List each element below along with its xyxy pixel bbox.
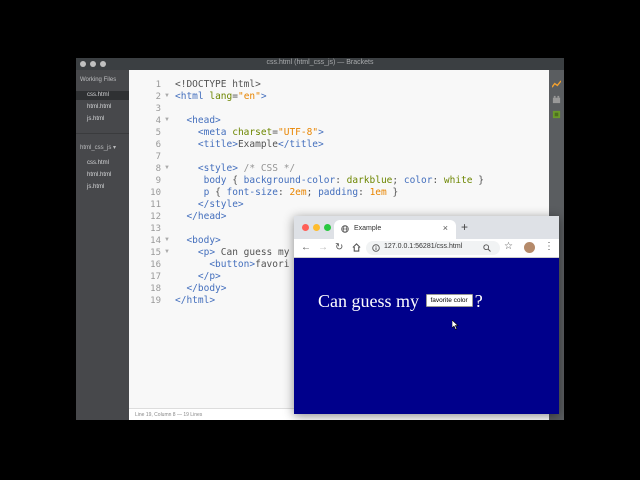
live-preview-icon[interactable]	[552, 80, 561, 89]
code-line-5: <meta charset="UTF-8">	[197, 127, 324, 138]
line-number: 12	[150, 212, 161, 222]
code-line-15: <p> Can guess my	[197, 247, 290, 258]
menu-icon[interactable]: ⋮	[544, 241, 554, 252]
line-number: 8	[155, 164, 161, 174]
line-number: 17	[150, 272, 161, 282]
code-line-17: </p>	[197, 271, 221, 282]
tab-title: Example	[354, 225, 382, 232]
status-cursor-position: Line 19, Column 8 — 19 Lines	[135, 412, 203, 418]
close-browser-button[interactable]	[302, 224, 309, 231]
page-content: Can guess my favorite color?	[294, 258, 559, 414]
paragraph-text: Can guess my	[318, 291, 419, 311]
project-file-html[interactable]: html.html	[87, 172, 111, 178]
code-line-11: </style>	[197, 199, 244, 210]
paragraph-question-mark: ?	[474, 291, 483, 311]
line-number: 7	[155, 152, 161, 162]
code-line-8: <style> /* CSS */	[197, 163, 296, 174]
back-icon[interactable]: ←	[301, 242, 311, 253]
line-number: 2	[155, 92, 161, 102]
line-number: 4	[155, 116, 161, 126]
code-line-12: </head>	[186, 211, 227, 222]
line-number: 16	[150, 260, 161, 270]
line-number: 10	[150, 188, 161, 198]
chevron-down-icon: ▾	[113, 145, 117, 151]
project-file-css[interactable]: css.html	[87, 160, 109, 166]
minimize-browser-button[interactable]	[313, 224, 320, 231]
zoom-icon[interactable]	[483, 244, 491, 252]
info-icon[interactable]	[372, 244, 380, 252]
title-bar: css.html (html_css_js) — Brackets	[76, 58, 564, 70]
working-file-css[interactable]: css.html	[87, 92, 109, 98]
bookmark-star-icon[interactable]: ☆	[504, 241, 513, 252]
code-line-16: <button>favori	[209, 259, 290, 270]
working-files-header: Working Files	[80, 77, 117, 83]
working-file-html[interactable]: html.html	[87, 104, 111, 110]
url-text: 127.0.0.1:56281/css.html	[384, 243, 463, 250]
fold-arrow-icon[interactable]: ▼	[164, 117, 170, 123]
reload-icon[interactable]: ↻	[335, 242, 343, 253]
forward-icon[interactable]: →	[318, 242, 328, 253]
close-tab-icon[interactable]: ×	[443, 223, 448, 233]
line-number: 19	[150, 296, 161, 306]
page-paragraph: Can guess my favorite color?	[318, 291, 483, 312]
new-tab-icon[interactable]: +	[461, 220, 468, 234]
project-header[interactable]: html_css_js ▾	[80, 144, 116, 151]
tab-example[interactable]: Example ×	[334, 220, 456, 239]
code-line-14: <body>	[186, 235, 221, 246]
code-line-10: p { font-size: 2em; padding: 1em }	[203, 187, 399, 198]
line-number: 13	[150, 224, 161, 234]
linter-icon[interactable]	[552, 110, 561, 119]
code-line-2: <html lang="en">	[175, 91, 267, 102]
sidebar: Working Files css.html html.html js.html…	[76, 70, 129, 420]
code-line-4: <head>	[186, 115, 221, 126]
fold-arrow-icon[interactable]: ▼	[164, 165, 170, 171]
window-title: css.html (html_css_js) — Brackets	[266, 59, 374, 66]
globe-icon	[341, 225, 349, 233]
tab-strip: Example × +	[294, 216, 559, 239]
line-number: 14	[150, 236, 161, 246]
line-number: 18	[150, 284, 161, 294]
line-number: 1	[155, 80, 161, 90]
code-line-18: </body>	[186, 283, 227, 294]
project-name: html_css_js	[80, 145, 112, 151]
sidebar-divider	[76, 133, 129, 134]
code-line-1: <!DOCTYPE html>	[175, 79, 261, 90]
favorite-color-button[interactable]: favorite color	[425, 294, 473, 308]
browser-toolbar: ← → ↻ 127.0.0.1:56281/css.html ☆ ⋮	[294, 239, 559, 258]
line-number: 11	[150, 200, 161, 210]
home-icon[interactable]	[352, 243, 361, 252]
code-line-6: <title>Example</title>	[197, 139, 324, 150]
working-file-js[interactable]: js.html	[87, 116, 104, 122]
line-number: 3	[155, 104, 161, 114]
line-number: 5	[155, 128, 161, 138]
line-number: 9	[155, 176, 161, 186]
address-bar[interactable]: 127.0.0.1:56281/css.html	[366, 241, 500, 255]
fold-arrow-icon[interactable]: ▼	[164, 249, 170, 255]
avatar[interactable]	[524, 242, 535, 253]
line-number-gutter: 1 2 3 4 5 6 7 8 9 10 11 12 13 14 15 16 1…	[129, 70, 170, 410]
fold-arrow-icon[interactable]: ▼	[164, 93, 170, 99]
project-file-js[interactable]: js.html	[87, 184, 104, 190]
code-line-19: </html>	[175, 295, 216, 306]
mouse-cursor-icon	[452, 320, 459, 330]
browser-window: Example × + ← → ↻ 127.0.0.1:56281/css.ht…	[294, 216, 559, 414]
extension-manager-icon[interactable]	[552, 95, 561, 104]
zoom-browser-button[interactable]	[324, 224, 331, 231]
fold-arrow-icon[interactable]: ▼	[164, 237, 170, 243]
code-line-9: body { background-color: darkblue; color…	[203, 175, 484, 186]
line-number: 15	[150, 248, 161, 258]
line-number: 6	[155, 140, 161, 150]
